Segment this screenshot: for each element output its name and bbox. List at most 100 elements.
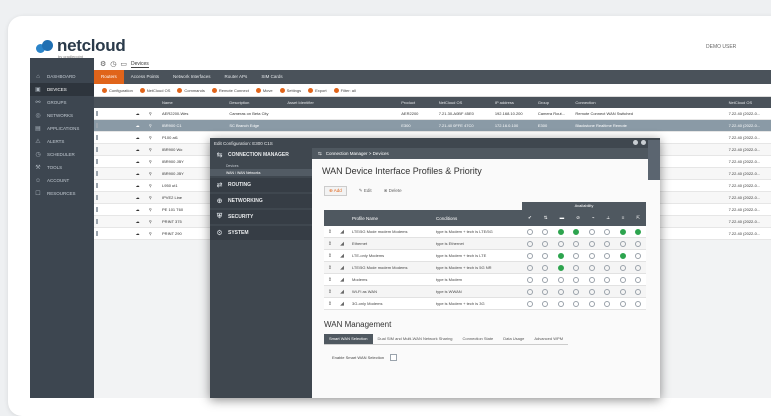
subtab-routers[interactable]: Routers (94, 70, 124, 84)
availability-indicator[interactable] (526, 228, 533, 235)
availability-indicator[interactable] (635, 252, 642, 259)
toolbar-exportbutton[interactable]: Export (308, 87, 327, 93)
availability-indicator[interactable] (573, 252, 580, 259)
availability-indicator[interactable] (542, 300, 549, 307)
wan-tab-connection-state[interactable]: Connection State (457, 334, 499, 345)
nav-connection-manager[interactable]: ⇆ CONNECTION MANAGER (210, 148, 312, 162)
nav-security[interactable]: ⛨ SECURITY (210, 210, 312, 224)
availability-indicator[interactable] (588, 300, 595, 307)
availability-indicator[interactable] (573, 240, 580, 247)
sidebar-item-groups[interactable]: ⚯ GROUPS (30, 96, 94, 109)
row-checkbox[interactable] (96, 147, 98, 152)
availability-indicator[interactable] (542, 228, 549, 235)
subtab-router-aps[interactable]: Router APs (218, 70, 255, 84)
availability-indicator[interactable] (635, 288, 642, 295)
maximize-icon[interactable] (641, 140, 646, 145)
smart-wan-checkbox[interactable] (390, 354, 398, 361)
availability-indicator[interactable] (619, 264, 626, 271)
table-row[interactable]: ☁ ⚲ AER2200-Wes Cameras on Beta City AER2200… (94, 108, 771, 120)
availability-indicator[interactable] (557, 264, 564, 271)
wan-tab-dual-sim-and-multi-wan-network-sharing[interactable]: Dual SIM and Multi-WAN Network Sharing (372, 334, 458, 345)
drag-handle-icon[interactable]: ⇕ (324, 277, 336, 283)
availability-indicator[interactable] (542, 264, 549, 271)
availability-indicator[interactable] (604, 228, 611, 235)
add-button[interactable]: ⊕ Add (324, 186, 347, 196)
availability-indicator[interactable] (542, 288, 549, 295)
profile-row[interactable]: ⇕ ◢ 3G-only Modems type is Modem + tech is … (324, 298, 646, 310)
profile-name-header[interactable]: Profile Name (348, 216, 436, 221)
profile-row[interactable]: ⇕ ◢ Wi-Fi as WAN type is WWAN (324, 286, 646, 298)
availability-indicator[interactable] (557, 288, 564, 295)
availability-indicator[interactable] (542, 276, 549, 283)
subtab-network-interfaces[interactable]: Network Interfaces (166, 70, 218, 84)
column-header[interactable]: Description (227, 100, 285, 105)
row-checkbox[interactable] (96, 183, 98, 188)
availability-indicator[interactable] (526, 252, 533, 259)
drag-handle-icon[interactable]: ⇕ (324, 289, 336, 295)
sidebar-item-resources[interactable]: ☐ RESOURCES (30, 187, 94, 200)
availability-indicator[interactable] (619, 228, 626, 235)
availability-indicator[interactable] (635, 300, 642, 307)
availability-indicator[interactable] (604, 276, 611, 283)
profile-row[interactable]: ⇕ ◢ Modems type is Modem (324, 274, 646, 286)
availability-indicator[interactable] (573, 288, 580, 295)
sidebar-item-alerts[interactable]: ⚠ ALERTS (30, 135, 94, 148)
profile-row[interactable]: ⇕ ◢ LTE-only Modems type is Modem + tech is… (324, 250, 646, 262)
column-header[interactable]: Product (399, 100, 436, 105)
subtab-access-points[interactable]: Access Points (124, 70, 166, 84)
availability-indicator[interactable] (604, 252, 611, 259)
availability-indicator[interactable] (573, 264, 580, 271)
drag-handle-icon[interactable]: ⇕ (324, 253, 336, 259)
conditions-header[interactable]: Conditions (436, 216, 516, 221)
top-user-menu[interactable]: DEMO USER (706, 44, 736, 50)
edit-button[interactable]: ✎ Edit (359, 188, 372, 194)
availability-indicator[interactable] (604, 264, 611, 271)
availability-indicator[interactable] (557, 276, 564, 283)
toolbar-remote-connectbutton[interactable]: Remote Connect (211, 87, 249, 93)
column-header[interactable]: Name (160, 100, 227, 105)
availability-indicator[interactable] (557, 252, 564, 259)
availability-indicator[interactable] (573, 300, 580, 307)
availability-indicator[interactable] (573, 228, 580, 235)
toolbar-settingsbutton[interactable]: Settings (279, 87, 301, 93)
modal-side-panel-toggle[interactable] (648, 140, 660, 180)
nav-sub-devices[interactable]: Devices (210, 162, 312, 169)
tab-devices[interactable]: Devices (131, 61, 149, 68)
settings-icon[interactable]: ⚙ (100, 60, 106, 68)
availability-indicator[interactable] (635, 264, 642, 271)
toolbar-netcloud-osbutton[interactable]: NetCloud OS (139, 87, 170, 93)
sidebar-item-devices[interactable]: ▣ DEVICES (30, 83, 94, 96)
history-icon[interactable]: ◷ (110, 60, 116, 68)
availability-indicator[interactable] (619, 276, 626, 283)
availability-indicator[interactable] (619, 240, 626, 247)
column-header[interactable]: IP address (493, 100, 536, 105)
availability-indicator[interactable] (557, 228, 564, 235)
nav-routing[interactable]: ⇄ ROUTING (210, 178, 312, 192)
column-header[interactable]: Asset Identifier (285, 100, 399, 105)
availability-indicator[interactable] (604, 240, 611, 247)
toolbar-configurationbutton[interactable]: Configuration (102, 87, 133, 93)
table-row[interactable]: ☁ ⚲ IBR900 C1 SC Branch Edge E300 7.21.40 0FF… (94, 120, 771, 132)
column-header[interactable]: NetCloud OS (437, 100, 493, 105)
availability-indicator[interactable] (526, 300, 533, 307)
availability-indicator[interactable] (542, 252, 549, 259)
sidebar-item-tools[interactable]: ⚒ TOOLS (30, 161, 94, 174)
column-header[interactable]: NetCloud OS (727, 100, 771, 105)
sidebar-item-account[interactable]: ☺ ACCOUNT (30, 174, 94, 187)
availability-indicator[interactable] (542, 240, 549, 247)
availability-indicator[interactable] (604, 288, 611, 295)
row-checkbox[interactable] (96, 171, 98, 176)
delete-button[interactable]: ⊗ Delete (384, 188, 402, 194)
availability-indicator[interactable] (588, 288, 595, 295)
nav-system[interactable]: ⚙ SYSTEM (210, 226, 312, 240)
column-header[interactable]: Connection (573, 100, 678, 105)
availability-indicator[interactable] (573, 276, 580, 283)
row-checkbox[interactable] (96, 207, 98, 212)
brand-logo[interactable]: netcloud by cradlepoint (36, 37, 126, 59)
row-checkbox[interactable] (96, 111, 98, 116)
availability-indicator[interactable] (619, 300, 626, 307)
availability-indicator[interactable] (526, 288, 533, 295)
toolbar-commandsbutton[interactable]: Commands (177, 87, 205, 93)
row-checkbox[interactable] (96, 123, 98, 128)
availability-indicator[interactable] (619, 252, 626, 259)
